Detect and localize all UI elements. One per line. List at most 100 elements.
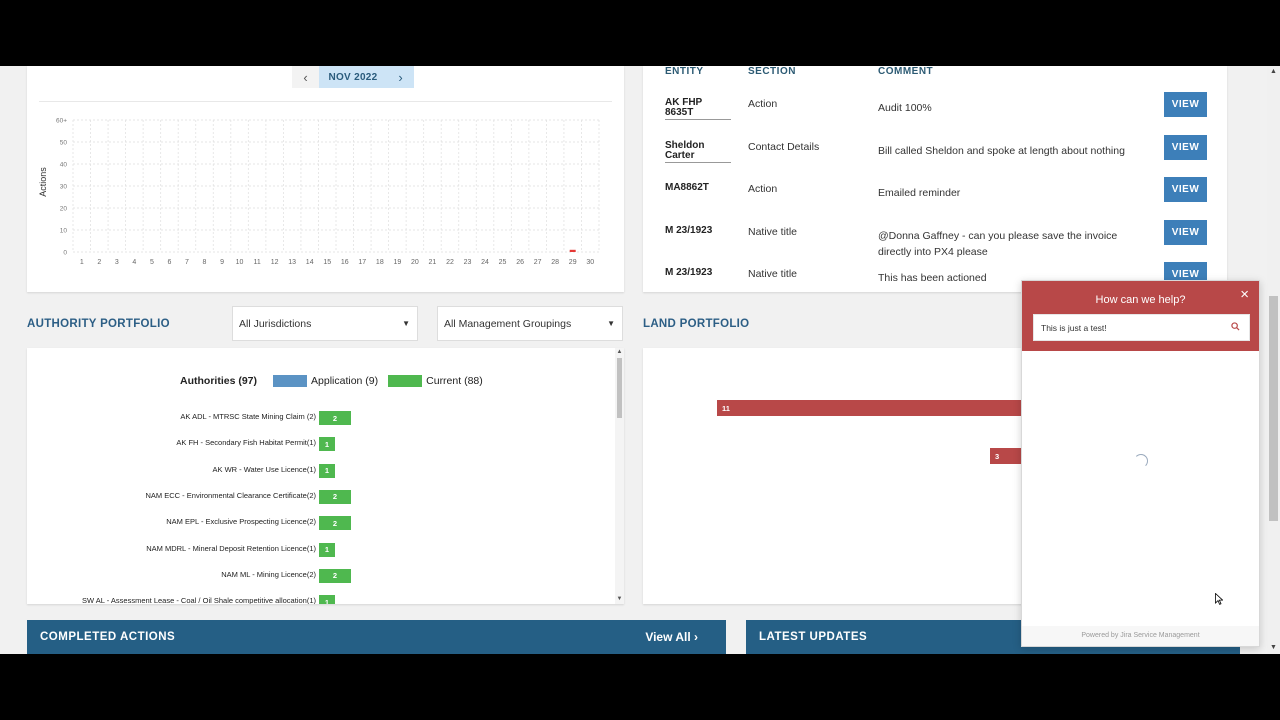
page-scroll-thumb[interactable]: [1269, 296, 1278, 521]
authority-bar[interactable]: 2: [319, 516, 351, 531]
x-tick-label: 26: [516, 259, 524, 266]
completed-actions-title: COMPLETED ACTIONS: [40, 631, 176, 643]
authority-row: SW AL - Assessment Lease - Coal / Oil Sh…: [27, 595, 624, 604]
comments-table-header: ENTITY SECTION COMMENT: [643, 66, 1227, 84]
authority-label: AK FH - Secondary Fish Habitat Permit(1): [176, 438, 316, 448]
x-tick-label: 3: [115, 259, 119, 266]
authority-legend: Authorities (97) Application (9) Current…: [180, 375, 493, 387]
month-navigator: ‹ NOV 2022 ›: [292, 66, 414, 88]
view-button[interactable]: VIEW: [1164, 220, 1207, 245]
scroll-up-icon[interactable]: ▲: [1267, 66, 1280, 78]
authority-row: AK WR - Water Use Licence(1) 1: [27, 463, 624, 478]
x-tick-label: 1: [80, 259, 84, 266]
authority-scrollbar[interactable]: ▲ ▼: [615, 348, 624, 604]
table-row: MA8862T Action Emailed reminder VIEW: [643, 177, 1227, 225]
loading-spinner-icon: [1134, 454, 1148, 468]
actions-bar: [569, 249, 576, 252]
jurisdiction-select[interactable]: All Jurisdictions ▼: [232, 306, 418, 341]
y-tick-label: 0: [63, 250, 67, 257]
land-bar[interactable]: 3: [990, 448, 1023, 464]
view-button[interactable]: VIEW: [1164, 177, 1207, 202]
x-tick-label: 13: [288, 259, 296, 266]
authority-row: NAM ECC - Environmental Clearance Certif…: [27, 489, 624, 504]
x-tick-label: 23: [464, 259, 472, 266]
x-tick-label: 10: [236, 259, 244, 266]
authority-scroll-thumb[interactable]: [617, 358, 622, 418]
grouping-select-value: All Management Groupings: [444, 317, 572, 330]
authority-row: NAM ML - Mining Licence(2) 2: [27, 568, 624, 583]
authority-bar[interactable]: 1: [319, 542, 335, 557]
authority-bar[interactable]: 2: [319, 489, 351, 504]
x-tick-label: 18: [376, 259, 384, 266]
authorities-title: Authorities (97): [180, 375, 258, 387]
legend-application: Application (9): [311, 375, 379, 387]
authority-label: NAM ML - Mining Licence(2): [221, 569, 316, 579]
prev-month-icon[interactable]: ‹: [292, 66, 319, 88]
x-tick-label: 12: [271, 259, 279, 266]
authority-label: AK ADL - MTRSC State Mining Claim (2): [180, 412, 316, 421]
land-portfolio-card: 11 3: [643, 348, 1023, 604]
x-tick-label: 8: [203, 259, 207, 266]
help-search-input[interactable]: This is just a test!: [1033, 314, 1250, 341]
scroll-down-icon[interactable]: ▼: [615, 595, 624, 604]
entity-link[interactable]: M 23/1923: [665, 268, 731, 279]
authority-row: AK ADL - MTRSC State Mining Claim (2) 2: [27, 411, 624, 425]
table-row: M 23/1923 Native title @Donna Gaffney - ca…: [643, 220, 1227, 268]
latest-updates-title: LATEST UPDATES: [759, 631, 868, 643]
help-footer: Powered by Jira Service Management: [1022, 626, 1259, 646]
authority-row: NAM MDRL - Mineral Deposit Retention Lic…: [27, 542, 624, 557]
x-tick-label: 19: [393, 259, 401, 266]
help-title: How can we help?: [1095, 294, 1186, 306]
scroll-up-icon[interactable]: ▲: [615, 348, 624, 357]
authority-label: NAM MDRL - Mineral Deposit Retention Lic…: [146, 543, 316, 553]
section-cell: Action: [748, 98, 778, 110]
authority-bar[interactable]: 1: [319, 437, 335, 452]
x-tick-label: 5: [150, 259, 154, 266]
table-row: Sheldon Carter Contact Details Bill called…: [643, 135, 1227, 183]
view-button[interactable]: VIEW: [1164, 135, 1207, 160]
header-section: SECTION: [748, 66, 796, 77]
authority-bar[interactable]: 2: [319, 411, 351, 425]
chevron-down-icon: ▼: [402, 319, 410, 328]
close-icon[interactable]: ×: [1240, 286, 1249, 303]
legend-swatch-current: [388, 375, 423, 387]
land-bar[interactable]: 11: [717, 400, 1023, 416]
x-tick-label: 4: [132, 259, 136, 266]
search-icon[interactable]: [1231, 322, 1240, 333]
entity-link[interactable]: Sheldon Carter: [665, 141, 731, 163]
scroll-down-icon[interactable]: ▼: [1267, 642, 1280, 654]
land-bar-label: 3: [995, 451, 1000, 461]
completed-actions-bar: COMPLETED ACTIONS View All ›: [27, 620, 726, 654]
authority-portfolio-heading: AUTHORITY PORTFOLIO: [27, 318, 170, 330]
authority-label: SW AL - Assessment Lease - Coal / Oil Sh…: [82, 596, 316, 604]
view-all-link[interactable]: View All ›: [645, 630, 698, 644]
next-month-icon[interactable]: ›: [387, 66, 414, 88]
section-cell: Native title: [748, 268, 798, 280]
authority-bar[interactable]: 1: [319, 595, 335, 604]
authority-bar[interactable]: 2: [319, 568, 351, 583]
page-scrollbar[interactable]: ▲ ▼: [1267, 66, 1280, 654]
header-entity: ENTITY: [665, 66, 704, 77]
section-cell: Native title: [748, 226, 798, 238]
x-tick-label: 22: [446, 259, 454, 266]
authority-bar[interactable]: 1: [319, 463, 335, 478]
management-grouping-select[interactable]: All Management Groupings ▼: [437, 306, 623, 341]
entity-link[interactable]: M 23/1923: [665, 226, 731, 237]
entity-link[interactable]: MA8862T: [665, 183, 731, 194]
x-tick-label: 21: [429, 259, 437, 266]
legend-current: Current (88): [426, 375, 483, 387]
section-cell: Contact Details: [748, 141, 820, 153]
entity-link[interactable]: AK FHP 8635T: [665, 98, 731, 120]
x-tick-label: 14: [306, 259, 314, 266]
help-widget: How can we help? × This is just a test! …: [1021, 280, 1260, 647]
help-search-value: This is just a test!: [1041, 322, 1107, 333]
x-tick-label: 29: [569, 259, 577, 266]
x-tick-label: 30: [586, 259, 594, 266]
x-tick-label: 11: [253, 259, 260, 266]
authority-portfolio-card: Authorities (97) Application (9) Current…: [27, 348, 624, 604]
y-tick-label: 50: [60, 140, 68, 147]
x-tick-label: 2: [97, 259, 101, 266]
view-button[interactable]: VIEW: [1164, 92, 1207, 117]
x-tick-label: 15: [323, 259, 331, 266]
actions-bar-chart: 60+504030201001 2 3 4 5 6 7 8 9 10 11 12 13 14 15 16 17 1…: [38, 118, 600, 266]
